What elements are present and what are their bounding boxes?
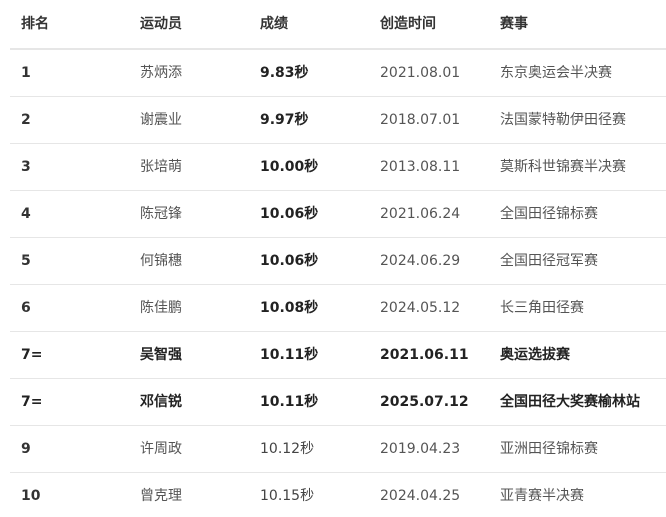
table-row: 9 许周政 10.12秒 2019.04.23 亚洲田径锦标赛: [10, 425, 666, 473]
cell-date: 2021.06.11: [369, 331, 489, 379]
cell-athlete: 邓信锐: [129, 378, 249, 426]
header-rank: 排名: [10, 0, 129, 50]
table-row: 6 陈佳鹏 10.08秒 2024.05.12 长三角田径赛: [10, 284, 666, 332]
cell-mark: 9.83秒: [249, 49, 369, 97]
cell-event: 东京奥运会半决赛: [489, 49, 666, 97]
cell-event: 全国田径大奖赛榆林站: [489, 378, 666, 426]
table-row: 7= 邓信锐 10.11秒 2025.07.12 全国田径大奖赛榆林站: [10, 378, 666, 426]
cell-mark: 10.15秒: [249, 472, 369, 517]
cell-mark: 10.06秒: [249, 190, 369, 238]
cell-rank: 6: [10, 284, 129, 332]
table-row: 1 苏炳添 9.83秒 2021.08.01 东京奥运会半决赛: [10, 49, 666, 97]
cell-event: 全国田径锦标赛: [489, 190, 666, 238]
cell-athlete: 何锦穗: [129, 237, 249, 285]
cell-event: 法国蒙特勒伊田径赛: [489, 96, 666, 144]
header-row: 排名 运动员 成绩 创造时间 赛事: [10, 0, 666, 50]
table-row: 7= 吴智强 10.11秒 2021.06.11 奥运选拔赛: [10, 331, 666, 379]
ranking-table: 排名 运动员 成绩 创造时间 赛事 1 苏炳添 9.83秒 2021.08.01…: [10, 0, 666, 517]
cell-athlete: 曾克理: [129, 472, 249, 517]
cell-event: 奥运选拔赛: [489, 331, 666, 379]
header-mark: 成绩: [249, 0, 369, 50]
cell-athlete: 吴智强: [129, 331, 249, 379]
table-row: 2 谢震业 9.97秒 2018.07.01 法国蒙特勒伊田径赛: [10, 96, 666, 144]
cell-mark: 9.97秒: [249, 96, 369, 144]
header-event: 赛事: [489, 0, 666, 50]
cell-mark: 10.12秒: [249, 425, 369, 473]
cell-date: 2019.04.23: [369, 425, 489, 473]
cell-event: 全国田径冠军赛: [489, 237, 666, 285]
cell-date: 2018.07.01: [369, 96, 489, 144]
table-row: 4 陈冠锋 10.06秒 2021.06.24 全国田径锦标赛: [10, 190, 666, 238]
cell-date: 2021.06.24: [369, 190, 489, 238]
cell-mark: 10.08秒: [249, 284, 369, 332]
header-athlete: 运动员: [129, 0, 249, 50]
cell-date: 2013.08.11: [369, 143, 489, 191]
cell-rank: 3: [10, 143, 129, 191]
cell-rank: 2: [10, 96, 129, 144]
cell-athlete: 许周政: [129, 425, 249, 473]
table-row: 5 何锦穗 10.06秒 2024.06.29 全国田径冠军赛: [10, 237, 666, 285]
cell-rank: 9: [10, 425, 129, 473]
cell-mark: 10.11秒: [249, 378, 369, 426]
cell-date: 2021.08.01: [369, 49, 489, 97]
cell-rank: 5: [10, 237, 129, 285]
cell-date: 2025.07.12: [369, 378, 489, 426]
cell-rank: 7=: [10, 331, 129, 379]
cell-date: 2024.05.12: [369, 284, 489, 332]
cell-mark: 10.00秒: [249, 143, 369, 191]
table-header: 排名 运动员 成绩 创造时间 赛事: [10, 0, 666, 50]
cell-athlete: 苏炳添: [129, 49, 249, 97]
header-date: 创造时间: [369, 0, 489, 50]
cell-athlete: 陈冠锋: [129, 190, 249, 238]
table-body: 1 苏炳添 9.83秒 2021.08.01 东京奥运会半决赛 2 谢震业 9.…: [10, 49, 666, 517]
cell-mark: 10.11秒: [249, 331, 369, 379]
cell-date: 2024.06.29: [369, 237, 489, 285]
cell-athlete: 谢震业: [129, 96, 249, 144]
table-row: 3 张培萌 10.00秒 2013.08.11 莫斯科世锦赛半决赛: [10, 143, 666, 191]
cell-mark: 10.06秒: [249, 237, 369, 285]
cell-rank: 1: [10, 49, 129, 97]
cell-athlete: 陈佳鹏: [129, 284, 249, 332]
cell-event: 莫斯科世锦赛半决赛: [489, 143, 666, 191]
table-row: 10 曾克理 10.15秒 2024.04.25 亚青赛半决赛: [10, 472, 666, 517]
page: 排名 运动员 成绩 创造时间 赛事 1 苏炳添 9.83秒 2021.08.01…: [0, 0, 666, 517]
cell-rank: 10: [10, 472, 129, 517]
cell-event: 长三角田径赛: [489, 284, 666, 332]
cell-date: 2024.04.25: [369, 472, 489, 517]
cell-rank: 4: [10, 190, 129, 238]
cell-athlete: 张培萌: [129, 143, 249, 191]
cell-event: 亚洲田径锦标赛: [489, 425, 666, 473]
cell-event: 亚青赛半决赛: [489, 472, 666, 517]
cell-rank: 7=: [10, 378, 129, 426]
